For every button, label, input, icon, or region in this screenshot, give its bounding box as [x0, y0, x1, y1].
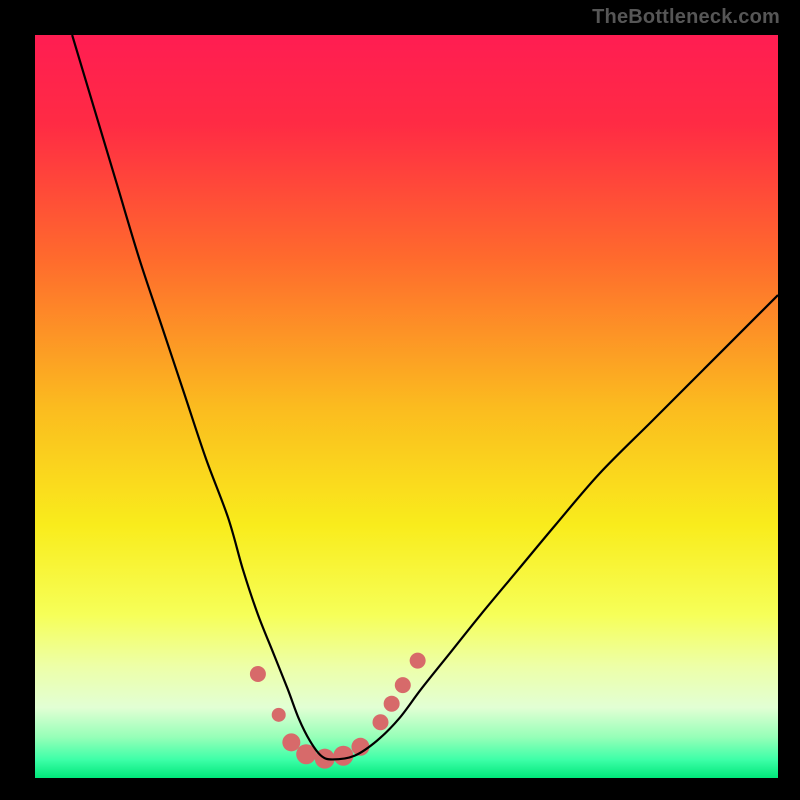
highlight-dot — [384, 696, 400, 712]
highlight-dot — [333, 746, 353, 766]
bottleneck-curve — [72, 35, 778, 759]
highlight-dot — [410, 653, 426, 669]
chart-frame: TheBottleneck.com — [0, 0, 800, 800]
plot-area — [35, 35, 778, 778]
highlight-markers — [250, 653, 426, 769]
highlight-dot — [372, 714, 388, 730]
highlight-dot — [395, 677, 411, 693]
highlight-dot — [282, 733, 300, 751]
highlight-dot — [272, 708, 286, 722]
curve-layer — [35, 35, 778, 778]
watermark-text: TheBottleneck.com — [592, 6, 780, 29]
highlight-dot — [250, 666, 266, 682]
